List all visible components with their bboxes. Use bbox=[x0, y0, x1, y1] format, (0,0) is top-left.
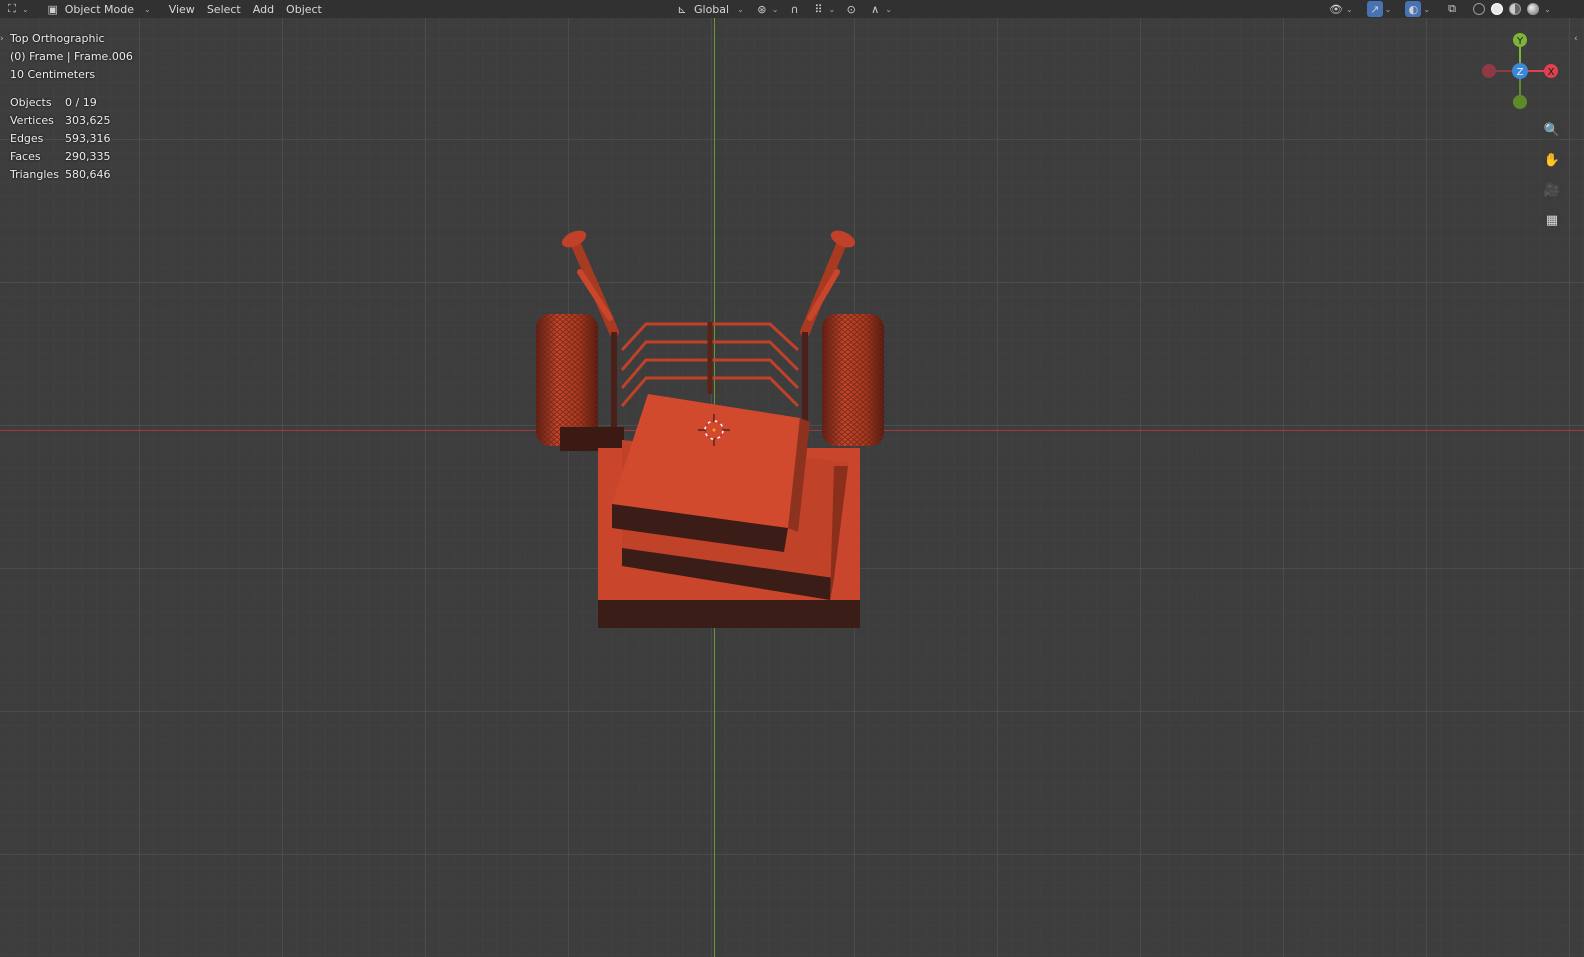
stat-value: 290,335 bbox=[65, 150, 111, 163]
viewport-header: ⛶ ⌄ ▣ Object Mode ⌄ View Select Add Objec… bbox=[0, 0, 1584, 18]
chevron-down-icon: ⌄ bbox=[1384, 4, 1392, 14]
chevron-down-icon: ⌄ bbox=[771, 4, 779, 14]
transform-orientation-label: Global bbox=[694, 2, 730, 16]
xray-toggle[interactable]: ⧉ bbox=[1440, 0, 1464, 18]
stat-value: 0 / 19 bbox=[65, 96, 97, 109]
view-name: Top Orthographic bbox=[10, 32, 105, 45]
pivot-point-button[interactable]: ⊛ ⌄ bbox=[750, 0, 783, 18]
eye-icon: 👁 bbox=[1329, 2, 1343, 16]
mode-label: Object Mode bbox=[64, 2, 134, 16]
stat-row: Triangles 580,646 bbox=[10, 166, 111, 184]
orientation-axes-icon: ⊾ bbox=[677, 2, 687, 16]
header-center-tools: ⊾ Global ⌄ ⊛ ⌄ ∩ ⠿ ⌄ ⊙ ∧ ⌄ bbox=[668, 0, 896, 18]
header-right-tools: 👁 ⌄ ↗ ⌄ ◐ ⌄ ⧉ ⌄ bbox=[1324, 0, 1555, 18]
navigation-tools: 🔍 ✋ 🎥 ▦ bbox=[1540, 118, 1564, 238]
chevron-down-icon: ⌄ bbox=[22, 4, 29, 14]
neg-y-axis-ball[interactable] bbox=[1513, 95, 1527, 109]
overlays-icon: ◐ bbox=[1405, 1, 1422, 17]
rendered-shading-icon[interactable] bbox=[1527, 3, 1540, 15]
stat-row: Edges 593,316 bbox=[10, 130, 111, 148]
stat-label: Triangles bbox=[10, 168, 59, 181]
stat-label: Vertices bbox=[10, 114, 54, 127]
navigation-gizmo[interactable]: Y X Z bbox=[1480, 30, 1564, 114]
xray-icon: ⧉ bbox=[1448, 2, 1457, 15]
transform-orientation-dropdown[interactable]: ⊾ Global ⌄ bbox=[668, 0, 750, 18]
scene-statistics: Objects 0 / 19 Vertices 303,625 Edges 593,3… bbox=[10, 94, 111, 184]
snap-target-button[interactable]: ⠿ ⌄ bbox=[807, 0, 840, 18]
chevron-down-icon: ⌄ bbox=[144, 4, 151, 14]
menu-select[interactable]: Select bbox=[201, 0, 247, 18]
x-axis-label: X bbox=[1548, 67, 1555, 78]
chevron-down-icon: ⌄ bbox=[737, 4, 744, 14]
chevron-down-icon: ⌄ bbox=[1346, 4, 1353, 14]
grid-scale: 10 Centimeters bbox=[10, 68, 96, 81]
shading-modes: ⌄ bbox=[1466, 0, 1555, 18]
wireframe-shading-icon[interactable] bbox=[1473, 3, 1486, 15]
stat-value: 580,646 bbox=[65, 168, 111, 181]
mower-model[interactable] bbox=[530, 222, 890, 632]
falloff-button[interactable]: ∧ ⌄ bbox=[863, 0, 896, 18]
gizmo-icon: ↗ bbox=[1366, 1, 1383, 17]
stat-label: Faces bbox=[10, 150, 41, 163]
stat-row: Objects 0 / 19 bbox=[10, 94, 111, 112]
menu-object[interactable]: Object bbox=[280, 0, 328, 18]
neg-x-axis-ball[interactable] bbox=[1482, 64, 1496, 78]
material-shading-icon[interactable] bbox=[1509, 3, 1522, 15]
menu-add[interactable]: Add bbox=[247, 0, 280, 18]
stat-row: Faces 290,335 bbox=[10, 148, 111, 166]
object-mode-icon: ▣ bbox=[47, 2, 58, 16]
hand-pan-icon[interactable]: ✋ bbox=[1540, 148, 1564, 172]
pivot-icon: ⊛ bbox=[757, 2, 767, 16]
y-axis-label: Y bbox=[1516, 36, 1524, 47]
toolbar-expand-arrow[interactable]: › bbox=[0, 34, 4, 44]
3d-viewport[interactable] bbox=[0, 0, 1584, 957]
z-axis-label: Z bbox=[1517, 67, 1524, 78]
stat-value: 593,316 bbox=[65, 132, 111, 145]
menu-view[interactable]: View bbox=[163, 0, 201, 18]
right-wheel bbox=[822, 314, 884, 446]
overlays-toggle[interactable]: ◐ ⌄ bbox=[1401, 0, 1434, 18]
magnet-icon: ∩ bbox=[790, 2, 799, 16]
viewport-editor-icon: ⛶ bbox=[8, 2, 16, 15]
stat-value: 303,625 bbox=[65, 114, 111, 127]
chevron-down-icon: ⌄ bbox=[828, 4, 836, 14]
mode-dropdown[interactable]: ▣ Object Mode ⌄ bbox=[39, 0, 157, 18]
grid-ortho-icon[interactable]: ▦ bbox=[1540, 208, 1564, 232]
mower-deck bbox=[598, 394, 860, 628]
chevron-down-icon[interactable]: ⌄ bbox=[1544, 5, 1551, 14]
zoom-icon[interactable]: 🔍 bbox=[1540, 118, 1564, 142]
stat-row: Vertices 303,625 bbox=[10, 112, 111, 130]
sidebar-expand-arrow[interactable]: ‹ bbox=[1574, 34, 1578, 44]
editor-type-button[interactable]: ⛶ ⌄ bbox=[0, 0, 33, 18]
visibility-button[interactable]: 👁 ⌄ bbox=[1324, 0, 1357, 18]
proportional-edit-toggle[interactable]: ⊙ bbox=[839, 0, 863, 18]
stat-label: Objects bbox=[10, 96, 52, 109]
chevron-down-icon: ⌄ bbox=[1423, 4, 1431, 14]
chevron-down-icon: ⌄ bbox=[885, 4, 892, 14]
camera-icon[interactable]: 🎥 bbox=[1540, 178, 1564, 202]
falloff-curve-icon: ∧ bbox=[871, 2, 880, 16]
snap-toggle[interactable]: ∩ bbox=[783, 0, 807, 18]
solid-shading-icon[interactable] bbox=[1491, 3, 1504, 15]
grass-catcher-frame bbox=[620, 322, 800, 408]
stat-label: Edges bbox=[10, 132, 44, 145]
gizmo-toggle[interactable]: ↗ ⌄ bbox=[1363, 0, 1396, 18]
snap-grid-icon: ⠿ bbox=[814, 2, 823, 16]
viewport-info-overlay: Top Orthographic (0) Frame | Frame.006 1… bbox=[10, 30, 133, 84]
collection-info: (0) Frame | Frame.006 bbox=[10, 50, 133, 63]
proportional-edit-icon: ⊙ bbox=[846, 2, 856, 16]
